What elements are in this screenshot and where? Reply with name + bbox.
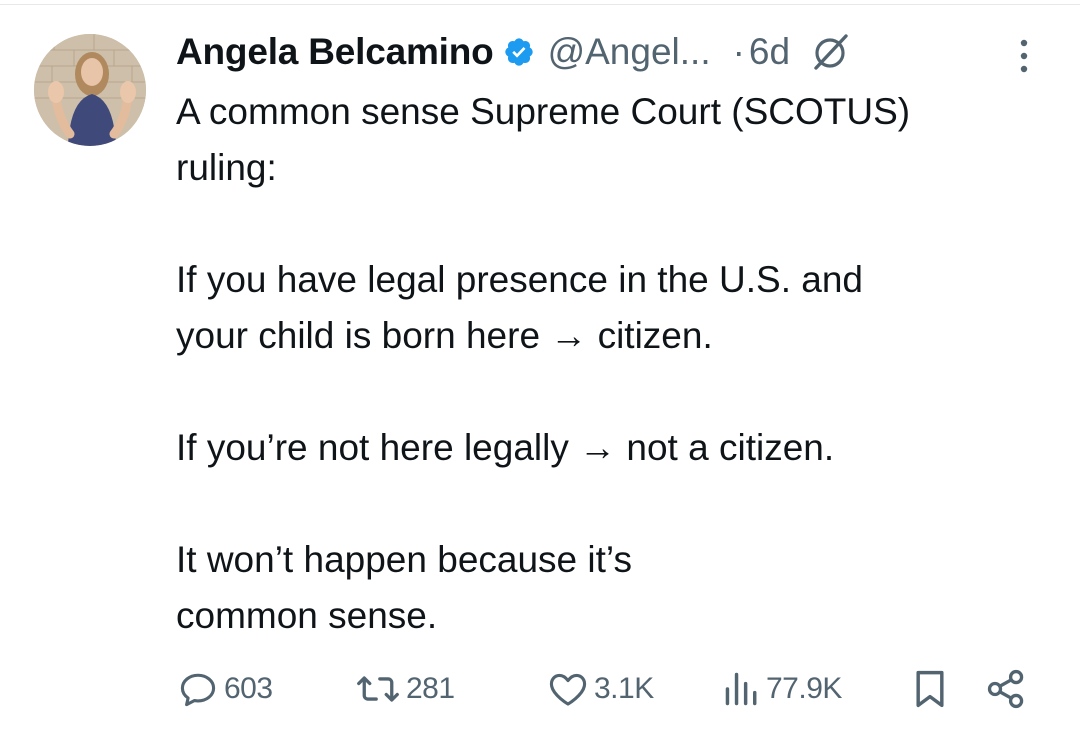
reply-button[interactable]: 603 bbox=[176, 664, 273, 714]
display-name[interactable]: Angela Belcamino bbox=[176, 31, 494, 73]
bookmark-button[interactable] bbox=[910, 664, 950, 714]
like-count: 3.1K bbox=[594, 672, 654, 705]
share-button[interactable] bbox=[984, 664, 1028, 714]
separator-dot: · bbox=[732, 31, 745, 72]
verified-badge-icon bbox=[503, 36, 535, 68]
top-divider bbox=[0, 4, 1080, 5]
timestamp[interactable]: 6d bbox=[749, 31, 790, 73]
views-chart-icon bbox=[722, 667, 762, 711]
like-button[interactable]: 3.1K bbox=[546, 664, 654, 714]
repost-count: 281 bbox=[406, 672, 455, 705]
tweet-text: A common sense Supreme Court (SCOTUS) ru… bbox=[176, 91, 911, 636]
repost-button[interactable]: 281 bbox=[354, 664, 455, 714]
grok-icon[interactable] bbox=[808, 30, 852, 74]
heart-icon bbox=[546, 667, 590, 711]
reply-count: 603 bbox=[224, 672, 273, 705]
views-button[interactable]: 77.9K bbox=[722, 664, 842, 714]
tweet-header: Angela Belcamino @Angel... · 6d bbox=[176, 24, 852, 80]
share-icon bbox=[984, 667, 1028, 711]
action-bar: 603 281 3.1K 77.9K bbox=[176, 664, 1036, 714]
bookmark-icon bbox=[910, 667, 950, 711]
views-count: 77.9K bbox=[766, 672, 842, 705]
avatar[interactable] bbox=[34, 34, 146, 146]
more-options-icon[interactable] bbox=[1014, 36, 1034, 76]
reply-icon bbox=[176, 667, 220, 711]
handle[interactable]: @Angel... bbox=[548, 31, 711, 73]
repost-icon bbox=[354, 667, 402, 711]
